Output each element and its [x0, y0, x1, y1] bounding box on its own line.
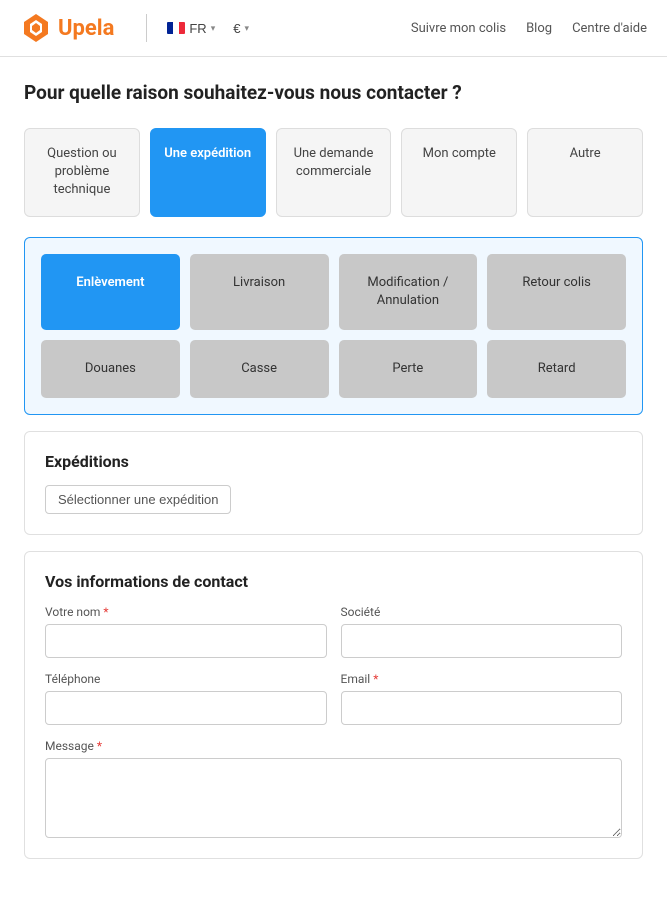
select-expedition-button[interactable]: Sélectionner une expédition	[45, 485, 231, 514]
currency-label: €	[233, 21, 240, 36]
form-row-phone-email: Téléphone Email *	[45, 672, 622, 725]
subcat-livraison[interactable]: Livraison	[190, 254, 329, 330]
email-label: Email *	[341, 672, 623, 686]
nav-help[interactable]: Centre d'aide	[572, 21, 647, 36]
subcategory-grid: Enlèvement Livraison Modification / Annu…	[41, 254, 626, 399]
message-label: Message *	[45, 739, 622, 753]
expeditions-title: Expéditions	[45, 452, 622, 471]
nom-required: *	[103, 605, 108, 619]
subcat-douanes[interactable]: Douanes	[41, 340, 180, 398]
main-nav: Suivre mon colis Blog Centre d'aide	[411, 21, 647, 36]
category-tech[interactable]: Question ou problème technique	[24, 128, 140, 217]
form-group-societe: Société	[341, 605, 623, 658]
header-divider	[146, 14, 147, 42]
nav-track[interactable]: Suivre mon colis	[411, 21, 506, 36]
category-row: Question ou problème technique Une expéd…	[24, 128, 643, 217]
form-group-nom: Votre nom *	[45, 605, 327, 658]
form-group-email: Email *	[341, 672, 623, 725]
form-row-name-company: Votre nom * Société	[45, 605, 622, 658]
nom-input[interactable]	[45, 624, 327, 658]
contact-title: Vos informations de contact	[45, 572, 622, 591]
logo-text: Upela	[58, 16, 114, 41]
lang-label: FR	[189, 21, 206, 36]
category-compte[interactable]: Mon compte	[401, 128, 517, 217]
flag-fr-icon	[167, 22, 185, 34]
page-content: Pour quelle raison souhaitez-vous nous c…	[0, 57, 667, 899]
header: Upela FR ▾ € ▾ Suivre mon colis Blog Cen…	[0, 0, 667, 57]
societe-input[interactable]	[341, 624, 623, 658]
email-input[interactable]	[341, 691, 623, 725]
email-required: *	[373, 672, 378, 686]
logo[interactable]: Upela	[20, 12, 114, 44]
subcat-perte[interactable]: Perte	[339, 340, 478, 398]
logo-icon	[20, 12, 52, 44]
category-expedition[interactable]: Une expédition	[150, 128, 266, 217]
category-autre[interactable]: Autre	[527, 128, 643, 217]
subcat-retard[interactable]: Retard	[487, 340, 626, 398]
form-group-telephone: Téléphone	[45, 672, 327, 725]
societe-label: Société	[341, 605, 623, 619]
form-group-message: Message *	[45, 739, 622, 838]
subcategory-box: Enlèvement Livraison Modification / Annu…	[24, 237, 643, 416]
language-selector[interactable]: FR ▾	[163, 19, 219, 38]
nom-label: Votre nom *	[45, 605, 327, 619]
subcat-casse[interactable]: Casse	[190, 340, 329, 398]
contact-section: Vos informations de contact Votre nom * …	[24, 551, 643, 859]
telephone-input[interactable]	[45, 691, 327, 725]
message-textarea[interactable]	[45, 758, 622, 838]
telephone-label: Téléphone	[45, 672, 327, 686]
lang-chevron-icon: ▾	[211, 23, 216, 34]
lang-currency-group: FR ▾ € ▾	[163, 19, 253, 38]
subcat-retour[interactable]: Retour colis	[487, 254, 626, 330]
message-required: *	[97, 739, 102, 753]
page-title: Pour quelle raison souhaitez-vous nous c…	[24, 81, 643, 104]
subcat-enlevement[interactable]: Enlèvement	[41, 254, 180, 330]
subcat-modification[interactable]: Modification / Annulation	[339, 254, 478, 330]
category-demande[interactable]: Une demande commerciale	[276, 128, 392, 217]
currency-selector[interactable]: € ▾	[229, 19, 253, 38]
nav-blog[interactable]: Blog	[526, 21, 552, 36]
currency-chevron-icon: ▾	[244, 23, 249, 34]
expeditions-section: Expéditions Sélectionner une expédition	[24, 431, 643, 535]
